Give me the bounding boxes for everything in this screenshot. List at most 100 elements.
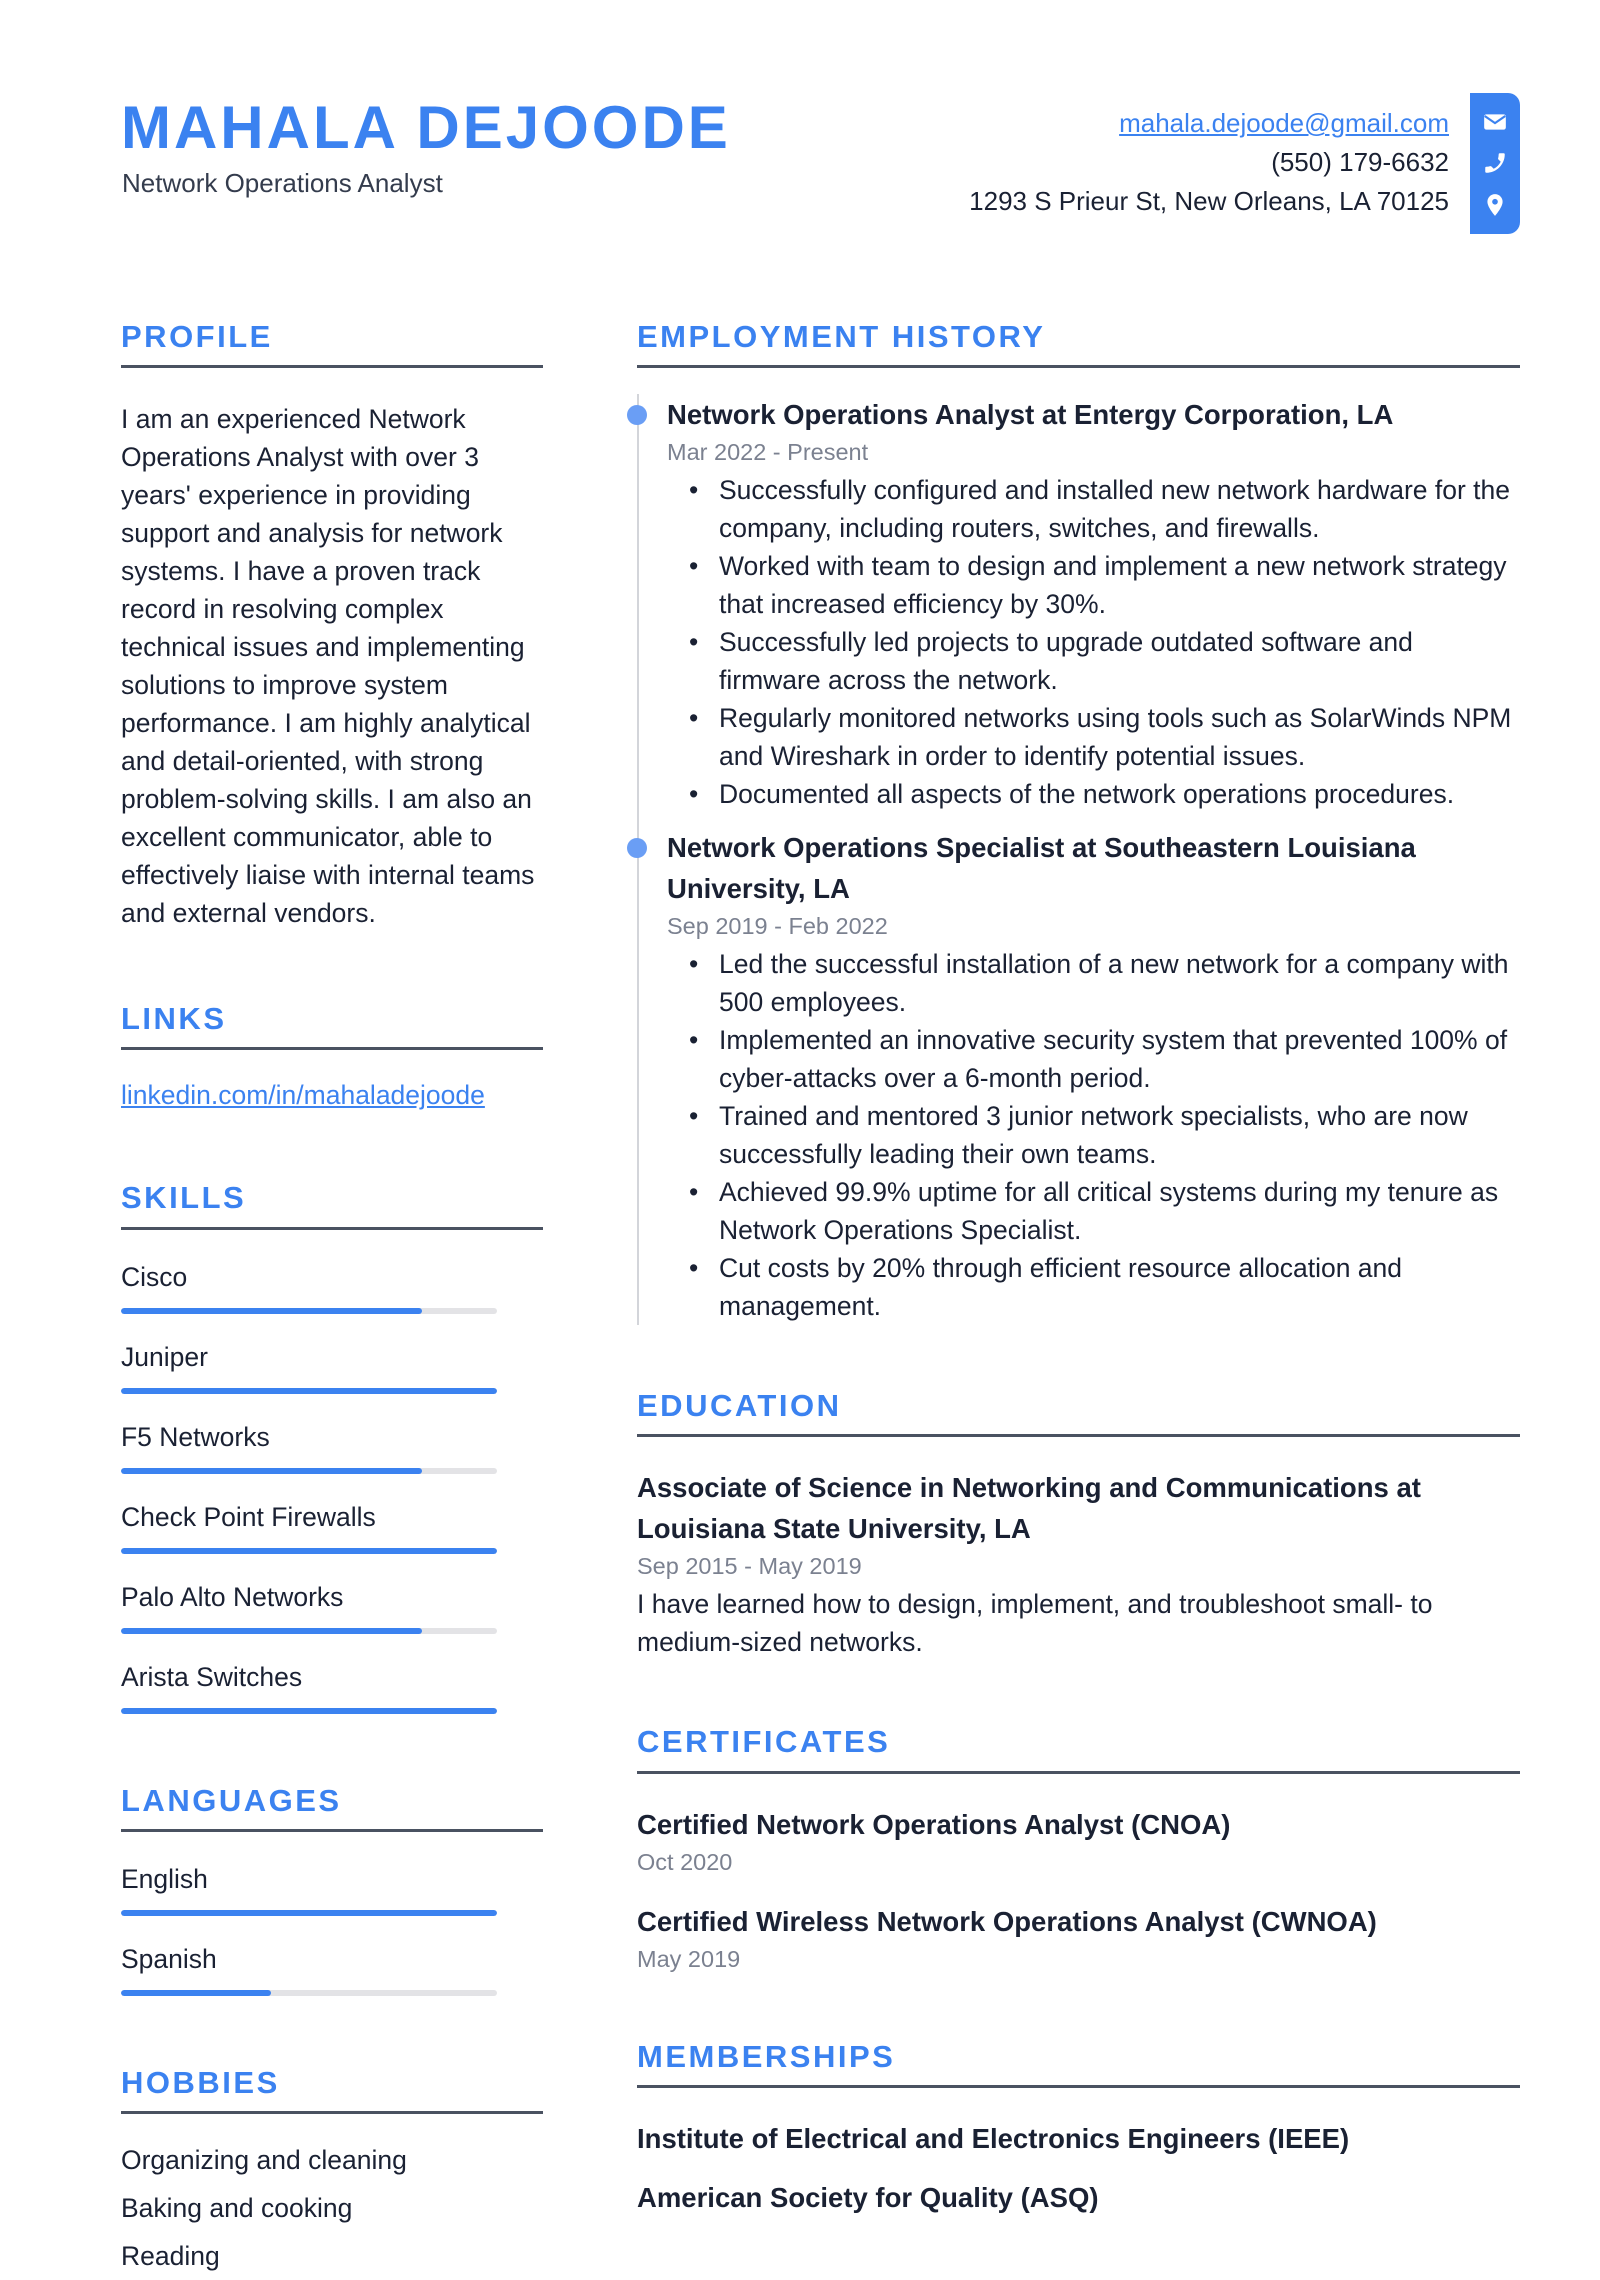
left-column: PROFILE I am an experienced Network Oper…	[121, 318, 543, 2280]
skill-label: Palo Alto Networks	[121, 1581, 344, 1612]
job-bullet: Trained and mentored 3 junior network sp…	[689, 1097, 1520, 1173]
language-item: Spanish	[121, 1942, 543, 1996]
profile-section: PROFILE I am an experienced Network Oper…	[121, 318, 543, 932]
job-bullet: Documented all aspects of the network op…	[689, 775, 1520, 813]
right-column: EMPLOYMENT HISTORY Network Operations An…	[627, 318, 1520, 2218]
phone-number: (550) 179-6632	[1271, 147, 1449, 177]
languages-section: LANGUAGES English Spanish	[121, 1782, 543, 1996]
job-bullet: Implemented an innovative security syste…	[689, 1021, 1520, 1097]
skill-bar-track	[121, 1467, 497, 1474]
links-heading: LINKS	[121, 1000, 543, 1051]
employment-section: EMPLOYMENT HISTORY Network Operations An…	[627, 318, 1520, 1326]
profile-heading: PROFILE	[121, 318, 543, 369]
certificate-date: Oct 2020	[637, 1848, 733, 1875]
skill-label: Arista Switches	[121, 1661, 303, 1692]
memberships-list: Institute of Electrical and Electronics …	[637, 2118, 1520, 2218]
skill-item: Check Point Firewalls	[121, 1500, 543, 1554]
skill-bar-fill	[121, 1707, 497, 1714]
languages-list: English Spanish	[121, 1862, 543, 1996]
skill-label: Cisco	[121, 1261, 188, 1292]
phone-icon	[1482, 150, 1508, 176]
job-title: Network Operations Analyst	[122, 168, 443, 198]
map-pin-icon	[1482, 192, 1508, 218]
certificate-entry: Certified Network Operations Analyst (CN…	[637, 1804, 1520, 1879]
memberships-heading: MEMBERSHIPS	[637, 2038, 1520, 2088]
certificate-title: Certified Wireless Network Operations An…	[637, 1905, 1377, 1937]
language-bar-track	[121, 1989, 497, 1996]
contact-info: mahala.dejoode@gmail.com (550) 179-6632 …	[969, 104, 1449, 221]
education-section: EDUCATION Associate of Science in Networ…	[637, 1387, 1520, 1661]
email-link[interactable]: mahala.dejoode@gmail.com	[1119, 108, 1449, 138]
skill-label: F5 Networks	[121, 1421, 270, 1452]
skill-bar-fill	[121, 1467, 422, 1474]
certificate-entry: Certified Wireless Network Operations An…	[637, 1901, 1520, 1976]
education-dates: Sep 2015 - May 2019	[637, 1553, 862, 1580]
hobbies-section: HOBBIES Organizing and cleaning Baking a…	[121, 2064, 543, 2280]
hobby-item: Organizing and cleaning	[121, 2144, 407, 2175]
job-bullets: Led the successful installation of a new…	[667, 945, 1520, 1325]
skill-label: Juniper	[121, 1341, 208, 1372]
job-bullet: Successfully configured and installed ne…	[689, 471, 1520, 547]
linkedin-link[interactable]: linkedin.com/in/mahaladejoode	[121, 1080, 485, 1111]
job-bullet: Led the successful installation of a new…	[689, 945, 1520, 1021]
language-label: Spanish	[121, 1943, 217, 1974]
skill-bar-fill	[121, 1387, 497, 1394]
skill-bar-track	[121, 1307, 497, 1314]
job-entry-title: Network Operations Specialist at Southea…	[667, 832, 1416, 905]
job-entry: Network Operations Analyst at Entergy Co…	[627, 394, 1520, 813]
hobby-item: Baking and cooking	[121, 2192, 353, 2223]
links-section: LINKS linkedin.com/in/mahaladejoode	[121, 1000, 543, 1111]
candidate-name: MAHALA DEJOODE	[121, 94, 731, 161]
employment-heading: EMPLOYMENT HISTORY	[637, 318, 1520, 369]
skill-item: Juniper	[121, 1340, 543, 1394]
timeline-dot-icon	[627, 405, 647, 426]
hobby-item: Reading	[121, 2240, 220, 2271]
skill-bar-fill	[121, 1547, 497, 1554]
skill-item: Cisco	[121, 1260, 543, 1314]
envelope-icon	[1482, 109, 1508, 135]
skill-label: Check Point Firewalls	[121, 1501, 376, 1532]
education-title: Associate of Science in Networking and C…	[637, 1472, 1421, 1545]
language-bar-fill	[121, 1989, 272, 1996]
job-bullet: Successfully led projects to upgrade out…	[689, 623, 1520, 699]
education-description: I have learned how to design, implement,…	[637, 1589, 1433, 1658]
education-heading: EDUCATION	[637, 1387, 1520, 1438]
certificate-date: May 2019	[637, 1945, 741, 1972]
skill-bar-track	[121, 1627, 497, 1634]
membership-item: American Society for Quality (ASQ)	[637, 2181, 1099, 2213]
profile-summary: I am an experienced Network Operations A…	[121, 404, 535, 929]
hobbies-heading: HOBBIES	[121, 2064, 543, 2114]
language-label: English	[121, 1863, 208, 1894]
job-entry-dates: Sep 2019 - Feb 2022	[667, 913, 888, 940]
memberships-section: MEMBERSHIPS Institute of Electrical and …	[637, 2038, 1520, 2218]
job-bullets: Successfully configured and installed ne…	[667, 471, 1520, 813]
skill-item: F5 Networks	[121, 1420, 543, 1474]
job-entry: Network Operations Specialist at Southea…	[627, 827, 1520, 1325]
skill-bar-track	[121, 1707, 497, 1714]
membership-item: Institute of Electrical and Electronics …	[637, 2122, 1350, 2154]
contact-icons-bar	[1470, 93, 1520, 234]
skills-list: Cisco Juniper F5 Networks Check Point Fi…	[121, 1260, 543, 1714]
languages-heading: LANGUAGES	[121, 1782, 543, 1832]
certificates-heading: CERTIFICATES	[637, 1723, 1520, 1774]
job-entry-title: Network Operations Analyst at Entergy Co…	[667, 399, 1394, 431]
language-item: English	[121, 1862, 543, 1916]
education-entry: Associate of Science in Networking and C…	[637, 1467, 1520, 1661]
skill-bar-fill	[121, 1627, 422, 1634]
skill-item: Palo Alto Networks	[121, 1580, 543, 1634]
employment-timeline: Network Operations Analyst at Entergy Co…	[627, 394, 1520, 1326]
certificate-title: Certified Network Operations Analyst (CN…	[637, 1808, 1231, 1840]
skill-bar-fill	[121, 1307, 422, 1314]
skills-heading: SKILLS	[121, 1179, 543, 1230]
job-bullet: Regularly monitored networks using tools…	[689, 699, 1520, 775]
job-bullet: Worked with team to design and implement…	[689, 547, 1520, 623]
language-bar-fill	[121, 1909, 497, 1916]
timeline-dot-icon	[627, 838, 647, 859]
skill-bar-track	[121, 1547, 497, 1554]
job-entry-dates: Mar 2022 - Present	[667, 439, 869, 466]
job-bullet: Achieved 99.9% uptime for all critical s…	[689, 1173, 1520, 1249]
certificates-section: CERTIFICATES Certified Network Operation…	[637, 1723, 1520, 1975]
job-bullet: Cut costs by 20% through efficient resou…	[689, 1249, 1520, 1325]
language-bar-track	[121, 1909, 497, 1916]
certificates-list: Certified Network Operations Analyst (CN…	[637, 1804, 1520, 1976]
